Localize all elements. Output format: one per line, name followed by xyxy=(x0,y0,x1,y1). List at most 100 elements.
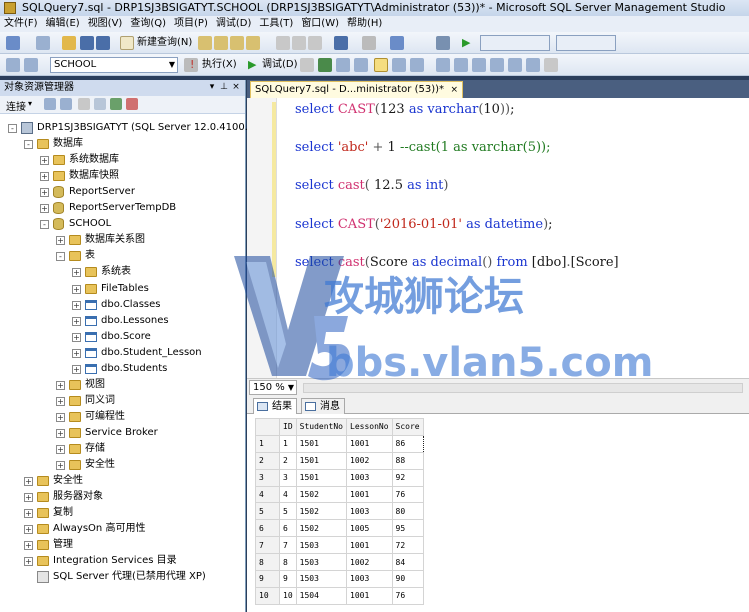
tree-node[interactable]: + ReportServerTempDB xyxy=(0,200,244,216)
execute-button[interactable]: 执行(X) xyxy=(202,58,237,72)
collapse-icon[interactable]: - xyxy=(56,252,65,262)
table-cell[interactable]: 1503 xyxy=(295,553,348,572)
expand-icon[interactable]: + xyxy=(24,541,33,551)
table-cell[interactable]: 2 xyxy=(279,451,297,470)
table-cell[interactable]: 4 xyxy=(279,485,297,504)
expand-icon[interactable]: + xyxy=(72,348,81,358)
tree-node[interactable]: + 系统数据库 xyxy=(0,152,244,168)
table-cell[interactable]: 95 xyxy=(391,519,424,538)
menu-query[interactable]: 查询(Q) xyxy=(126,16,170,32)
close-tab-icon[interactable]: × xyxy=(450,82,458,98)
results-to-text-icon[interactable] xyxy=(374,58,388,72)
table-cell[interactable]: 1502 xyxy=(295,502,348,521)
collapse-icon[interactable]: - xyxy=(24,140,33,150)
dropdown-icon[interactable]: ▾ xyxy=(207,82,217,92)
tree-node[interactable]: + 可编程性 xyxy=(0,409,244,425)
connect-object-icon[interactable] xyxy=(44,98,56,110)
table-cell[interactable]: 3 xyxy=(279,468,297,487)
tree-node[interactable]: + dbo.Lessones xyxy=(0,313,244,329)
expand-icon[interactable]: + xyxy=(24,525,33,535)
table-cell[interactable]: 76 xyxy=(391,485,424,504)
solution-config-select[interactable] xyxy=(480,35,550,51)
mdx-query-icon[interactable] xyxy=(230,36,244,50)
table-cell[interactable]: 1002 xyxy=(346,451,393,470)
tree-node[interactable]: + 视图 xyxy=(0,377,244,393)
table-cell[interactable]: 1503 xyxy=(295,570,348,588)
table-cell[interactable]: 1501 xyxy=(295,434,348,453)
copy-icon[interactable] xyxy=(292,36,306,50)
menu-window[interactable]: 窗口(W) xyxy=(297,16,343,32)
table-cell[interactable]: 1502 xyxy=(295,519,348,538)
table-cell[interactable]: 1003 xyxy=(346,502,393,521)
open-file-icon[interactable] xyxy=(62,36,76,50)
save-icon[interactable] xyxy=(80,36,94,50)
expand-icon[interactable]: + xyxy=(56,236,65,246)
table-cell[interactable]: 1005 xyxy=(346,519,393,538)
row-number[interactable]: 4 xyxy=(255,485,280,504)
table-cell[interactable]: 1002 xyxy=(346,553,393,572)
tree-node[interactable]: + 系统表 xyxy=(0,264,244,280)
results-to-grid-icon[interactable] xyxy=(436,58,450,72)
pin-icon[interactable]: ⊥ xyxy=(219,82,229,92)
tree-node[interactable]: + dbo.Student_Lesson xyxy=(0,345,244,361)
table-row[interactable]: 6 6 1502 1005 95 xyxy=(255,519,424,538)
tab-messages[interactable]: 消息 xyxy=(301,398,345,414)
table-cell[interactable]: 1501 xyxy=(295,468,348,487)
new-query-button[interactable]: 新建查询(N) xyxy=(137,36,192,50)
table-cell[interactable]: 6 xyxy=(279,519,297,538)
table-cell[interactable]: 9 xyxy=(279,570,297,588)
row-number[interactable]: 3 xyxy=(255,468,280,487)
menu-view[interactable]: 视图(V) xyxy=(84,16,127,32)
table-cell[interactable]: 1001 xyxy=(346,485,393,504)
tree-node[interactable]: + dbo.Classes xyxy=(0,297,244,313)
table-row[interactable]: 5 5 1502 1003 80 xyxy=(255,502,424,521)
table-cell[interactable]: 86 xyxy=(391,434,424,453)
expand-icon[interactable]: + xyxy=(56,396,65,406)
zoom-select[interactable]: 150 % ▼ xyxy=(249,380,297,395)
new-query-icon[interactable] xyxy=(120,36,134,50)
table-cell[interactable]: 92 xyxy=(391,468,424,487)
row-number[interactable]: 10 xyxy=(255,586,280,605)
table-cell[interactable]: 1 xyxy=(279,434,297,453)
refresh-icon[interactable] xyxy=(110,98,122,110)
tree-node[interactable]: + 同义词 xyxy=(0,393,244,409)
table-cell[interactable]: 1503 xyxy=(295,536,348,555)
add-item-icon[interactable] xyxy=(36,36,50,50)
expand-icon[interactable]: + xyxy=(72,268,81,278)
tree-node[interactable]: + 安全性 xyxy=(0,473,244,489)
parse-icon[interactable] xyxy=(318,58,332,72)
increase-indent-icon[interactable] xyxy=(526,58,540,72)
table-row[interactable]: 7 7 1503 1001 72 xyxy=(255,536,424,555)
db-engine-query-icon[interactable] xyxy=(198,36,212,50)
query-designer-icon[interactable] xyxy=(354,58,368,72)
start-icon[interactable]: ▶ xyxy=(462,36,476,50)
collapse-icon[interactable]: - xyxy=(40,220,49,230)
table-row[interactable]: 2 2 1501 1002 88 xyxy=(255,451,424,470)
expand-icon[interactable]: + xyxy=(56,428,65,438)
table-cell[interactable]: 90 xyxy=(391,570,424,588)
horizontal-scrollbar[interactable] xyxy=(303,383,743,393)
disconnect-icon[interactable] xyxy=(60,98,72,110)
row-number[interactable]: 5 xyxy=(255,502,280,521)
debug-button[interactable]: 调试(D) xyxy=(262,58,298,72)
table-cell[interactable]: 1003 xyxy=(346,468,393,487)
debug-target-icon[interactable] xyxy=(436,36,450,50)
expand-icon[interactable]: + xyxy=(40,188,49,198)
tree-node[interactable]: + 服务器对象 xyxy=(0,489,244,505)
uncomment-icon[interactable] xyxy=(490,58,504,72)
new-project-icon[interactable] xyxy=(6,36,20,50)
estimated-plan-icon[interactable] xyxy=(336,58,350,72)
code-line-4[interactable]: select CAST('2016-01-01' as datetime); xyxy=(295,217,553,232)
stop-icon[interactable] xyxy=(78,98,90,110)
menu-help[interactable]: 帮助(H) xyxy=(343,16,386,32)
expand-icon[interactable]: + xyxy=(56,412,65,422)
table-row[interactable]: 9 9 1503 1003 90 xyxy=(255,570,424,588)
menu-edit[interactable]: 编辑(E) xyxy=(42,16,84,32)
expand-icon[interactable]: + xyxy=(24,557,33,567)
menu-debug[interactable]: 调试(D) xyxy=(212,16,256,32)
connect-dropdown-icon[interactable]: ▾ xyxy=(28,99,38,109)
code-line-5[interactable]: select cast(Score as decimal() from [dbo… xyxy=(295,255,619,270)
expand-icon[interactable]: + xyxy=(24,477,33,487)
tree-node[interactable]: + 存储 xyxy=(0,441,244,457)
table-cell[interactable]: 1501 xyxy=(295,451,348,470)
